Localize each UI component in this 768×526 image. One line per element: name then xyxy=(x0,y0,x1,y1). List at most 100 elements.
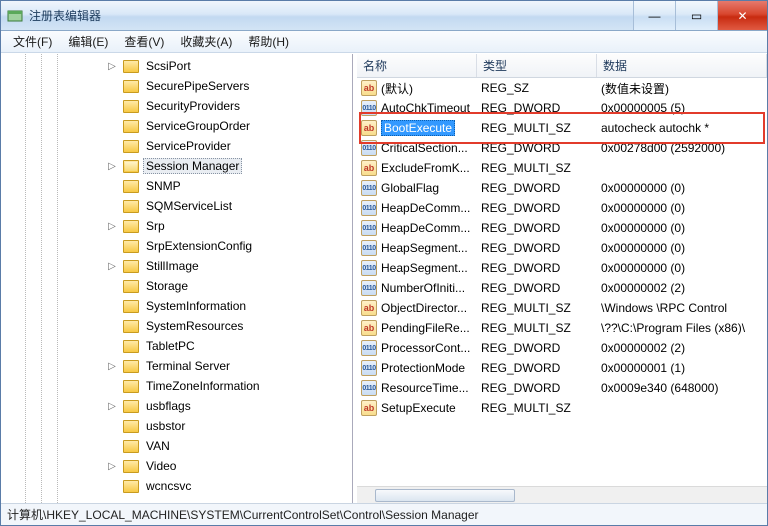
expand-icon[interactable]: ▷ xyxy=(105,61,119,72)
tree-item[interactable]: ▷StillImage xyxy=(1,256,352,276)
value-data: 0x00000000 (0) xyxy=(597,221,767,235)
list-row[interactable]: 0110ProtectionModeREG_DWORD0x00000001 (1… xyxy=(357,358,767,378)
tree-item[interactable]: TimeZoneInformation xyxy=(1,376,352,396)
value-data: (数值未设置) xyxy=(597,80,767,97)
list-row[interactable]: abObjectDirector...REG_MULTI_SZ\Windows … xyxy=(357,298,767,318)
expand-icon[interactable]: ▷ xyxy=(105,401,119,412)
tree-label: Terminal Server xyxy=(143,358,233,374)
tree-item[interactable]: SecurePipeServers xyxy=(1,76,352,96)
value-list-panel: 名称 类型 数据 ab(默认)REG_SZ(数值未设置)0110AutoChkT… xyxy=(357,54,767,503)
tree-item[interactable]: ▷ ScsiPort xyxy=(1,56,352,76)
col-data[interactable]: 数据 xyxy=(597,54,767,77)
tree-item[interactable]: SrpExtensionConfig xyxy=(1,236,352,256)
tree-item[interactable]: ServiceProvider xyxy=(1,136,352,156)
tree-panel[interactable]: ▷ ScsiPort SecurePipeServers SecurityProvid… xyxy=(1,54,353,503)
tree-label: Srp xyxy=(143,218,168,234)
list-row[interactable]: 0110HeapDeComm...REG_DWORD0x00000000 (0) xyxy=(357,218,767,238)
tree-item[interactable]: ▷usbflags xyxy=(1,396,352,416)
menu-help[interactable]: 帮助(H) xyxy=(240,31,297,52)
folder-icon xyxy=(123,400,139,413)
list-row[interactable]: 0110HeapDeComm...REG_DWORD0x00000000 (0) xyxy=(357,198,767,218)
string-value-icon: ab xyxy=(361,400,377,416)
value-name: ResourceTime... xyxy=(381,381,469,395)
list-row[interactable]: 0110AutoChkTimeoutREG_DWORD0x00000005 (5… xyxy=(357,98,767,118)
value-data: 0x0009e340 (648000) xyxy=(597,381,767,395)
tree-label: Video xyxy=(143,458,179,474)
expand-icon[interactable]: ▷ xyxy=(105,361,119,372)
list-row[interactable]: 0110NumberOfIniti...REG_DWORD0x00000002 … xyxy=(357,278,767,298)
list-row[interactable]: 0110ResourceTime...REG_DWORD0x0009e340 (… xyxy=(357,378,767,398)
menu-view[interactable]: 查看(V) xyxy=(116,31,172,52)
tree-item[interactable]: ServiceGroupOrder xyxy=(1,116,352,136)
tree-item[interactable]: SystemResources xyxy=(1,316,352,336)
value-data: 0x00000000 (0) xyxy=(597,241,767,255)
col-name[interactable]: 名称 xyxy=(357,54,477,77)
tree-label: TabletPC xyxy=(143,338,198,354)
list-body[interactable]: ab(默认)REG_SZ(数值未设置)0110AutoChkTimeoutREG… xyxy=(357,78,767,486)
tree-item[interactable]: usbstor xyxy=(1,416,352,436)
tree-item[interactable]: SystemInformation xyxy=(1,296,352,316)
tree-item[interactable]: ▷ Session Manager xyxy=(1,156,352,176)
expand-icon[interactable]: ▷ xyxy=(105,261,119,272)
maximize-button[interactable]: ▭ xyxy=(675,1,717,30)
menu-file[interactable]: 文件(F) xyxy=(5,31,60,52)
folder-icon xyxy=(123,420,139,433)
menu-edit[interactable]: 编辑(E) xyxy=(60,31,116,52)
tree-label: usbstor xyxy=(143,418,188,434)
value-name: SetupExecute xyxy=(381,401,456,415)
tree-item[interactable]: Storage xyxy=(1,276,352,296)
tree-item[interactable]: wcncsvc xyxy=(1,476,352,496)
tree-item[interactable]: ▷ Video xyxy=(1,456,352,476)
expand-icon[interactable]: ▷ xyxy=(105,461,119,472)
tree-item[interactable]: ▷ Terminal Server xyxy=(1,356,352,376)
folder-icon xyxy=(123,240,139,253)
list-row[interactable]: 0110CriticalSection...REG_DWORD0x00278d0… xyxy=(357,138,767,158)
titlebar[interactable]: 注册表编辑器 — ▭ ✕ xyxy=(1,1,767,31)
scroll-thumb[interactable] xyxy=(375,489,515,502)
list-row[interactable]: abSetupExecuteREG_MULTI_SZ xyxy=(357,398,767,418)
value-name: HeapSegment... xyxy=(381,261,468,275)
menu-fav[interactable]: 收藏夹(A) xyxy=(172,31,240,52)
registry-editor-window: 注册表编辑器 — ▭ ✕ 文件(F) 编辑(E) 查看(V) 收藏夹(A) 帮助… xyxy=(0,0,768,526)
col-type[interactable]: 类型 xyxy=(477,54,597,77)
value-name: ObjectDirector... xyxy=(381,301,467,315)
list-row[interactable]: ab(默认)REG_SZ(数值未设置) xyxy=(357,78,767,98)
tree-label: SecurePipeServers xyxy=(143,78,252,94)
list-row[interactable]: 0110HeapSegment...REG_DWORD0x00000000 (0… xyxy=(357,258,767,278)
list-row[interactable]: 0110ProcessorCont...REG_DWORD0x00000002 … xyxy=(357,338,767,358)
folder-icon xyxy=(123,460,139,473)
tree-item[interactable]: TabletPC xyxy=(1,336,352,356)
tree-label: wcncsvc xyxy=(143,478,194,494)
minimize-button[interactable]: — xyxy=(633,1,675,30)
tree-item[interactable]: SNMP xyxy=(1,176,352,196)
list-row[interactable]: abPendingFileRe...REG_MULTI_SZ\??\C:\Pro… xyxy=(357,318,767,338)
h-scrollbar[interactable] xyxy=(357,486,767,503)
value-name: ExcludeFromK... xyxy=(381,161,470,175)
binary-value-icon: 0110 xyxy=(361,360,377,376)
value-name: ProcessorCont... xyxy=(381,341,470,355)
value-type: REG_MULTI_SZ xyxy=(477,121,597,135)
expand-icon[interactable]: ▷ xyxy=(105,221,119,232)
tree-label: ServiceProvider xyxy=(143,138,234,154)
list-row[interactable]: 0110HeapSegment...REG_DWORD0x00000000 (0… xyxy=(357,238,767,258)
binary-value-icon: 0110 xyxy=(361,100,377,116)
binary-value-icon: 0110 xyxy=(361,140,377,156)
folder-icon xyxy=(123,120,139,133)
tree-item[interactable]: ▷ Srp xyxy=(1,216,352,236)
tree-label: Storage xyxy=(143,278,191,294)
close-button[interactable]: ✕ xyxy=(717,1,767,30)
folder-icon xyxy=(123,200,139,213)
tree-item[interactable]: VAN xyxy=(1,436,352,456)
value-data: \Windows \RPC Control xyxy=(597,301,767,315)
tree-label: Session Manager xyxy=(143,158,242,174)
list-row[interactable]: abExcludeFromK...REG_MULTI_SZ xyxy=(357,158,767,178)
list-row[interactable]: 0110GlobalFlagREG_DWORD0x00000000 (0) xyxy=(357,178,767,198)
expand-icon[interactable]: ▷ xyxy=(105,161,119,172)
tree-label: ScsiPort xyxy=(143,58,194,74)
list-row[interactable]: abBootExecuteREG_MULTI_SZautocheck autoc… xyxy=(357,118,767,138)
string-value-icon: ab xyxy=(361,320,377,336)
tree-item[interactable]: SecurityProviders xyxy=(1,96,352,116)
folder-icon xyxy=(123,440,139,453)
value-data: 0x00000002 (2) xyxy=(597,281,767,295)
tree-item[interactable]: SQMServiceList xyxy=(1,196,352,216)
